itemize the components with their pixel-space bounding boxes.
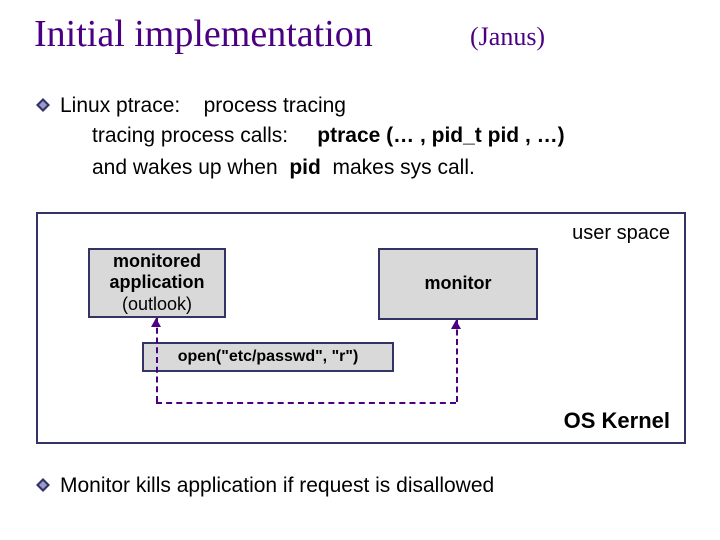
app-line1: monitored (113, 251, 201, 273)
diamond-icon (36, 98, 50, 112)
bullet-1-line3: and wakes up when pid makes sys call. (92, 156, 475, 180)
app-line3: (outlook) (122, 294, 192, 316)
bullet-1-line2: tracing process calls: ptrace (… , pid_t… (92, 124, 565, 148)
diagram-frame: user space OS Kernel monitored applicati… (36, 212, 686, 444)
connector-horizontal (156, 402, 456, 404)
app-line2: application (109, 272, 204, 294)
bullet-item-1: Linux ptrace: process tracing (36, 92, 346, 120)
arrow-into-monitor (451, 320, 461, 329)
monitor-box: monitor (378, 248, 538, 320)
bullet-item-2: Monitor kills application if request is … (36, 472, 494, 500)
arrow-into-app (151, 318, 161, 327)
diamond-icon (36, 478, 50, 492)
connector-app-down (156, 318, 158, 402)
kernel-label: OS Kernel (564, 408, 670, 434)
bullet-2-text: Monitor kills application if request is … (60, 472, 494, 500)
bullet-1-text: Linux ptrace: process tracing (60, 92, 346, 120)
connector-monitor (456, 320, 458, 402)
syscall-box: open("etc/passwd", "r") (142, 342, 394, 372)
user-space-label: user space (572, 222, 670, 245)
monitored-app-box: monitored application (outlook) (88, 248, 226, 318)
slide-subtitle: (Janus) (470, 22, 545, 52)
slide-title: Initial implementation (34, 12, 373, 56)
